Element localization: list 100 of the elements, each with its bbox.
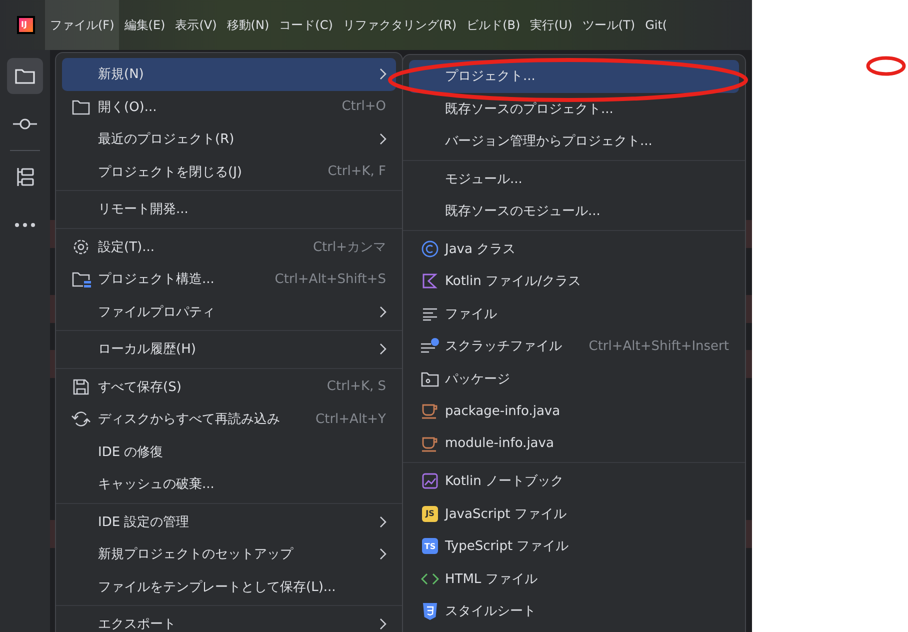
menu-item[interactable]: 既存ソースのプロジェクト... (409, 92, 739, 125)
code-brackets-icon (421, 572, 439, 585)
annotation-ellipse (866, 56, 906, 76)
class-icon (421, 240, 439, 258)
shortcut-label: Ctrl+Alt+Y (316, 412, 386, 427)
menu-item[interactable]: ファイルプロパティ (62, 296, 396, 328)
chart-icon (422, 473, 438, 490)
menu-item-label: IDE 設定の管理 (98, 514, 190, 531)
menu-item[interactable]: HTML ファイル (409, 562, 739, 595)
menu-item-label: 新規(N) (98, 66, 144, 84)
menu-item[interactable]: キャッシュの破棄... (62, 468, 396, 500)
menu-bar-item[interactable]: リファクタリング(R) (338, 0, 462, 50)
menu-item-label: プロジェクト... (445, 68, 536, 86)
menu-item[interactable]: バージョン管理からプロジェクト... (409, 125, 739, 158)
menu-bar-item[interactable]: コード(C) (274, 0, 338, 50)
folder-icon (72, 98, 90, 115)
menu-item-label: キャッシュの破棄... (98, 476, 214, 494)
menu-item-label: パッケージ (445, 370, 510, 388)
menu-item[interactable]: 新規プロジェクトのセットアップ (62, 538, 396, 570)
menu-item-label: ディスクからすべて再読み込み (98, 411, 280, 428)
menu-item-label: module-info.java (445, 436, 554, 452)
kotlin-icon (422, 273, 438, 290)
menu-item[interactable]: JS JavaScript ファイル (409, 498, 739, 530)
menu-item[interactable]: プロジェクト構造... Ctrl+Alt+Shift+S (62, 263, 396, 296)
menu-bar-item[interactable]: ビルド(B) (462, 0, 526, 50)
menu-item-label: プロジェクト構造... (98, 271, 214, 288)
menu-item[interactable]: TS TypeScript ファイル (409, 530, 739, 562)
menu-item[interactable]: Kotlin ノートブック (409, 465, 739, 498)
menu-item-label: リモート開発... (98, 201, 188, 218)
menu-item[interactable]: ディスクからすべて再読み込み Ctrl+Alt+Y (62, 403, 396, 436)
menu-bar-item[interactable]: ファイル(F) (45, 0, 120, 50)
menu-item-label: 開く(O)... (98, 98, 157, 116)
menu-item[interactable]: パッケージ (409, 362, 739, 395)
more-icon (14, 222, 36, 228)
menu-item[interactable]: 既存ソースのモジュール... (409, 195, 739, 228)
menu-item-label: ファイル (445, 306, 497, 323)
menu-item-label: 最近のプロジェクト(R) (98, 131, 234, 148)
menu-item-label: IDE の修復 (98, 444, 164, 461)
menu-item-label: エクスポート (98, 616, 176, 632)
menu-item[interactable]: Kotlin ファイル/クラス (409, 265, 739, 298)
shortcut-label: Ctrl+O (342, 99, 386, 114)
menu-item[interactable]: スクラッチファイル Ctrl+Alt+Shift+Insert (409, 330, 739, 362)
menu-item[interactable]: 設定(T)... Ctrl+カンマ (62, 230, 396, 263)
menu-item[interactable]: 開く(O)... Ctrl+O (62, 90, 396, 123)
menu-item-label: package-info.java (445, 404, 560, 419)
menu-bar-item[interactable]: 移動(N) (222, 0, 274, 50)
menu-item[interactable]: 新規(N) (62, 58, 396, 90)
menu-item[interactable]: ファイル (409, 298, 739, 330)
menu-bar-item[interactable]: Git( (640, 0, 672, 50)
menu-item-label: 新規プロジェクトのセットアップ (98, 546, 293, 564)
menu-bar-item[interactable]: ツール(T) (577, 0, 640, 50)
settings-icon (72, 238, 90, 256)
menu-item[interactable]: すべて保存(S) Ctrl+K, S (62, 370, 396, 403)
menu-bar-item[interactable]: 表示(V) (170, 0, 222, 50)
menu-item[interactable]: リモート開発... (62, 193, 396, 226)
menu-item-label: スタイルシート (445, 603, 536, 620)
package-icon (421, 370, 439, 387)
menu-item-label: ファイルプロパティ (98, 304, 215, 321)
menu-item-label: すべて保存(S) (98, 378, 182, 396)
javascript-badge-icon: JS (422, 506, 438, 522)
menu-bar-item[interactable]: 実行(U) (525, 0, 578, 50)
menu-item[interactable]: module-info.java (409, 428, 739, 460)
menu-item[interactable]: ファイルをテンプレートとして保存(L)... (62, 570, 396, 603)
shortcut-label: Ctrl+K, S (326, 379, 386, 394)
typescript-badge-icon: TS (422, 538, 438, 554)
menu-item-label: 設定(T)... (98, 238, 154, 256)
menu-item-label: Kotlin ファイル/クラス (445, 273, 581, 290)
shortcut-label: Ctrl+Alt+Shift+Insert (588, 338, 729, 354)
menu-item[interactable]: スタイルシート (409, 595, 739, 628)
shortcut-label: Ctrl+カンマ (312, 238, 386, 256)
project-tool-button[interactable] (7, 58, 43, 94)
menu-item[interactable]: モジュール... (409, 162, 739, 195)
menu-item-label: 既存ソースのプロジェクト... (445, 100, 614, 118)
menu-item-label: Kotlin ノートブック (445, 473, 564, 490)
menu-item[interactable]: プロジェクトを閉じる(J) Ctrl+K, F (62, 156, 396, 188)
menu-item-label: TypeScript ファイル (445, 538, 569, 556)
structure-icon (14, 166, 36, 188)
menu-item[interactable]: package-info.java (409, 395, 739, 428)
menu-item[interactable]: 最近のプロジェクト(R) (62, 123, 396, 156)
commit-icon (13, 118, 37, 130)
shortcut-label: Ctrl+K, F (328, 164, 386, 180)
reload-icon (71, 411, 91, 428)
folder-with-bars-icon (72, 270, 90, 288)
shortcut-label: Ctrl+Alt+Shift+S (274, 272, 386, 287)
menu-item-label: バージョン管理からプロジェクト... (445, 133, 652, 150)
menu-item-label: JavaScript ファイル (445, 506, 566, 523)
menu-item-label: プロジェクトを閉じる(J) (98, 164, 242, 181)
save-icon (73, 378, 89, 395)
menu-bar-item[interactable]: 編集(E) (119, 0, 170, 50)
menu-item[interactable]: エクスポート (62, 608, 396, 632)
menu-item-label: HTML ファイル (445, 570, 538, 588)
menu-item-label: 既存ソースのモジュール... (445, 203, 600, 220)
menu-item[interactable]: ローカル履歴(H) (62, 333, 396, 366)
scratch-file-icon (420, 338, 440, 354)
menu-item-label: スクラッチファイル (445, 338, 562, 356)
menu-item[interactable]: IDE の修復 (62, 436, 396, 468)
menu-item-label: Java クラス (445, 240, 516, 258)
cup-icon (421, 403, 439, 420)
menu-item[interactable]: IDE 設定の管理 (62, 506, 396, 538)
menu-item[interactable]: Java クラス (409, 232, 739, 265)
